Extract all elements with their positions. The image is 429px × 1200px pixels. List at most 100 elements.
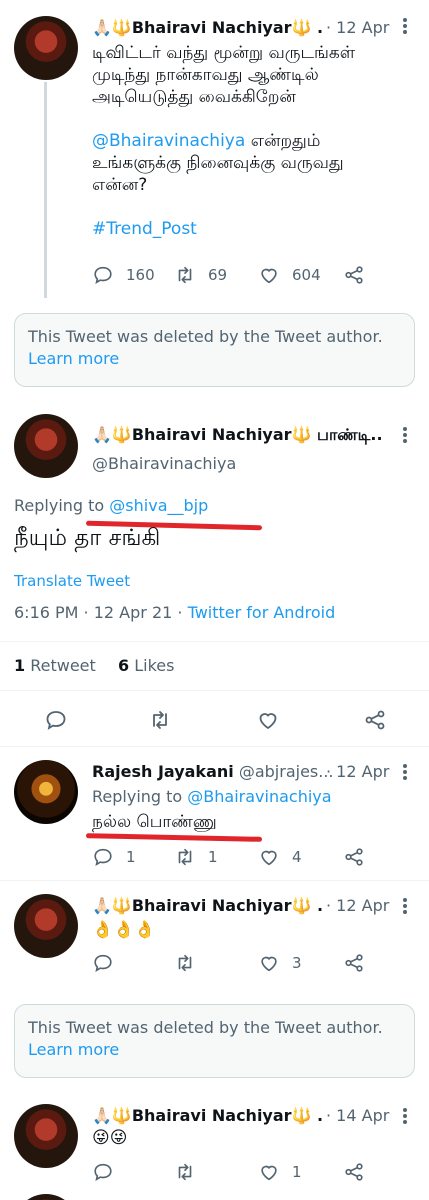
author-name[interactable]: 🙏🏻🔱Bhairavi Nachiyar🔱 ...	[92, 18, 322, 37]
author-name[interactable]: 🙏🏻🔱Bhairavi Nachiyar🔱 ...	[92, 1106, 322, 1125]
share-icon	[365, 710, 385, 730]
avatar[interactable]	[14, 16, 78, 80]
engagement-stats: 1 Retweet 6 Likes	[14, 656, 174, 675]
divider	[0, 690, 429, 691]
more-options-icon[interactable]	[398, 762, 412, 782]
like-button[interactable]	[256, 708, 280, 736]
reply-icon	[94, 266, 112, 285]
author-handle[interactable]: @Bhairavinachiya	[92, 454, 236, 473]
share-button[interactable]	[343, 264, 365, 286]
tweet-date[interactable]: · 14 Apr	[326, 1106, 389, 1125]
tweet-date[interactable]: · 12 Apr	[326, 18, 389, 37]
heart-icon	[261, 1165, 277, 1181]
retweet-icon	[178, 848, 192, 866]
divider	[0, 880, 429, 881]
like-button[interactable]: 3	[258, 952, 302, 974]
replying-to-link[interactable]: @Bhairavinachiya	[187, 787, 331, 806]
hashtag-link[interactable]: #Trend_Post	[92, 218, 422, 240]
retweet-button[interactable]	[148, 708, 172, 736]
tweet-text-line: என்றதும்	[245, 131, 321, 151]
author-handle[interactable]: @abjrajes...	[239, 762, 334, 781]
reply-button[interactable]	[92, 1161, 114, 1183]
replying-to-label: Replying to	[14, 496, 110, 515]
tweet-text: நல்ல பொண்ணு	[92, 812, 217, 832]
mention-link[interactable]: @Bhairavinachiya	[92, 131, 245, 151]
retweet-button[interactable]	[174, 1161, 196, 1183]
reply-button[interactable]	[44, 708, 68, 736]
share-icon	[345, 266, 363, 284]
heart-icon	[261, 956, 277, 972]
tweet-text-line: டிவிட்டர் வந்து மூன்று வருடங்கள்	[92, 43, 356, 63]
share-icon	[345, 1163, 363, 1181]
retweet-button[interactable]: 69	[174, 264, 227, 286]
share-button[interactable]	[343, 1161, 365, 1183]
replying-to: Replying to @Bhairavinachiya	[92, 787, 332, 806]
retweet-count: 69	[208, 266, 228, 284]
retweet-button[interactable]	[174, 952, 196, 974]
like-count: 4	[292, 848, 302, 866]
tweet-time: 6:16 PM · 12 Apr 21 ·	[14, 603, 188, 622]
tweet-source-link[interactable]: Twitter for Android	[188, 603, 336, 622]
avatar[interactable]	[14, 1194, 78, 1200]
share-button[interactable]	[343, 952, 365, 974]
deleted-tweet-text: This Tweet was deleted by the Tweet auth…	[28, 1018, 383, 1037]
more-options-icon[interactable]	[398, 896, 412, 916]
tweet-text: 😜😜	[92, 1128, 128, 1148]
avatar[interactable]	[14, 1104, 78, 1168]
tweet-timestamp: 6:16 PM · 12 Apr 21 · Twitter for Androi…	[14, 603, 335, 622]
retweets-stat[interactable]: 1 Retweet	[14, 656, 96, 675]
main-tweet-text: நீயும் தா சங்கி	[14, 525, 161, 551]
author-name[interactable]: 🙏🏻🔱Bhairavi Nachiyar🔱 பாண்டி...	[92, 425, 382, 446]
author-name[interactable]: Rajesh Jayakani	[92, 762, 234, 781]
share-button[interactable]	[343, 846, 365, 868]
avatar[interactable]	[14, 894, 78, 958]
learn-more-link[interactable]: Learn more	[28, 1039, 401, 1061]
reply-count: 160	[126, 266, 155, 284]
retweet-button[interactable]: 1	[174, 846, 218, 868]
heart-icon	[261, 268, 277, 284]
author-name[interactable]: 🙏🏻🔱Bhairavi Nachiyar🔱 ...	[92, 896, 322, 915]
retweets-label: Retweet	[25, 656, 96, 675]
heart-icon	[261, 850, 277, 866]
replying-to-label: Replying to	[92, 787, 188, 806]
tweet-date[interactable]: · 12 Apr	[326, 762, 389, 781]
translate-tweet-link[interactable]: Translate Tweet	[14, 572, 130, 590]
retweets-count: 1	[14, 656, 26, 675]
deleted-tweet-notice: This Tweet was deleted by the Tweet auth…	[14, 313, 415, 387]
more-options-icon[interactable]	[398, 16, 412, 36]
reply-button[interactable]: 160	[92, 264, 155, 286]
like-button[interactable]: 4	[258, 846, 302, 868]
annotation-underline	[85, 833, 263, 842]
thread-line	[44, 82, 47, 298]
like-button[interactable]: 1	[258, 1161, 302, 1183]
likes-count: 6	[117, 656, 130, 675]
learn-more-link[interactable]: Learn more	[28, 348, 401, 370]
reply-header: Rajesh Jayakani @abjrajes...	[92, 762, 334, 781]
like-count: 604	[292, 266, 321, 284]
reply-button[interactable]: 1	[92, 846, 136, 868]
tweet-text-line: அடியெடுத்து வைக்கிறேன்	[92, 87, 296, 107]
likes-stat[interactable]: 6 Likes	[118, 656, 174, 675]
tweet-text: டிவிட்டர் வந்து மூன்று வருடங்கள் முடிந்த…	[92, 42, 422, 240]
avatar[interactable]	[14, 414, 78, 478]
retweet-icon	[153, 711, 167, 729]
retweet-icon	[178, 266, 192, 284]
deleted-tweet-text: This Tweet was deleted by the Tweet auth…	[28, 327, 383, 346]
avatar[interactable]	[14, 760, 78, 824]
more-options-icon[interactable]	[398, 1106, 412, 1126]
divider	[0, 641, 429, 642]
share-icon	[345, 954, 363, 972]
like-count: 1	[292, 1163, 302, 1181]
like-button[interactable]: 604	[258, 264, 321, 286]
reply-icon	[94, 954, 112, 973]
more-options-icon[interactable]	[398, 425, 412, 445]
reply-icon	[46, 711, 66, 730]
tweet-text-line: முடிந்து நான்காவது ஆண்டில்	[92, 65, 319, 85]
tweet-text-line: என்ன?	[92, 175, 148, 195]
share-button[interactable]	[363, 708, 387, 736]
reply-button[interactable]	[92, 952, 114, 974]
heart-icon	[259, 713, 277, 730]
tweet-text-line: உங்களுக்கு நினைவுக்கு வருவது	[92, 153, 344, 173]
replying-to-link[interactable]: @shiva__bjp	[109, 496, 208, 515]
tweet-date[interactable]: · 12 Apr	[326, 896, 389, 915]
